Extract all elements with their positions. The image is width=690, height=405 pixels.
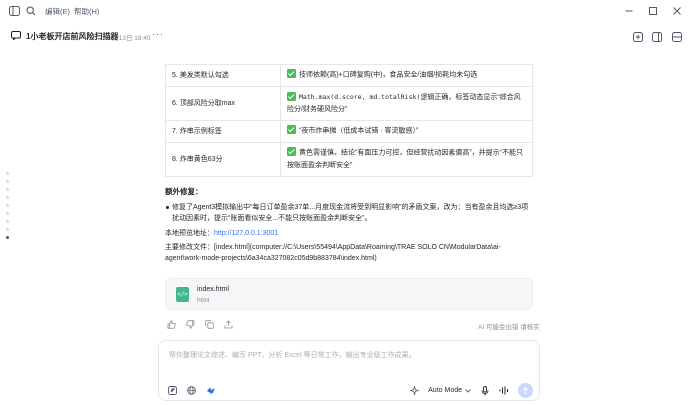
- message-actions: [166, 319, 233, 329]
- code-file-icon: </>: [176, 287, 189, 302]
- table-row: 7. 炸串示例标签 “夜市炸串摊（低成本试错 · 客流敏感）”: [165, 120, 533, 143]
- voice-wave-icon[interactable]: [499, 386, 509, 396]
- menu-edit[interactable]: 编辑(E): [45, 6, 70, 17]
- verification-table: 5. 美发类默认勾选 技师依赖(高)+口碑复购(中)，食品安全/油烟/损耗均未勾…: [165, 64, 533, 177]
- panel-toggle-icon[interactable]: [652, 32, 662, 44]
- conversation-navigator: [6, 172, 9, 239]
- file-type: html: [197, 297, 210, 304]
- table-row: 5. 美发类默认勾选 技师依赖(高)+口碑复购(中)，食品安全/油烟/损耗均未勾…: [165, 64, 533, 87]
- nav-dot[interactable]: [6, 220, 9, 223]
- check-icon: [287, 147, 296, 157]
- bullet-text: 修复了Agent3模拟输出中“每日订单盈余37单...月度现金流将受到明显影响”…: [172, 204, 529, 222]
- nav-dot-active[interactable]: [6, 236, 9, 239]
- nav-dot[interactable]: [6, 172, 9, 175]
- files-line: 主要修改文件：[index.html](computer://C:\Users\…: [165, 242, 525, 264]
- close-icon[interactable]: [670, 4, 684, 18]
- arrow-up-icon: [522, 386, 529, 394]
- mode-selector[interactable]: Auto Mode: [428, 387, 471, 394]
- nav-dot[interactable]: [6, 188, 9, 191]
- table-cell-result: 黄色需谨慎，结论“有面压力可控，但经营扰动因素偏高”，并提示“不能只按账面盈余判…: [280, 142, 533, 177]
- chat-input-box[interactable]: 帮你整理论文综述、编写 PPT、分析 Excel 等日常工作，输出专业级工作成果…: [158, 340, 540, 401]
- title-bar: 编辑(E) 帮助(H): [0, 0, 690, 22]
- nav-dot[interactable]: [6, 228, 9, 231]
- nav-dot[interactable]: [6, 196, 9, 199]
- nav-dot[interactable]: [6, 212, 9, 215]
- web-search-icon[interactable]: [187, 386, 196, 397]
- table-row: 6. 顶部风险分取max Math.max(d.score, md.totalR…: [165, 86, 533, 121]
- thumbs-up-icon[interactable]: [166, 319, 176, 329]
- nav-dot[interactable]: [6, 180, 9, 183]
- sparkle-icon[interactable]: [409, 386, 419, 396]
- share-icon[interactable]: [223, 319, 233, 329]
- preview-label: 本地预览地址：: [165, 230, 214, 237]
- table-cell-result: 技师依赖(高)+口碑复购(中)，食品安全/油烟/损耗均未勾选: [280, 64, 533, 87]
- minimize-icon[interactable]: [622, 4, 636, 18]
- section-title: 额外修复：: [165, 187, 203, 196]
- check-icon: [287, 91, 296, 101]
- chevron-down-icon: [465, 388, 471, 393]
- agent-logo-icon[interactable]: [206, 386, 216, 397]
- input-tools-left: [168, 386, 216, 397]
- more-options-icon[interactable]: ···: [152, 29, 164, 39]
- timestamp: 07月13日 18:40: [105, 35, 151, 42]
- preview-link[interactable]: http://127.0.0.1:3001: [214, 230, 278, 237]
- sidebar-toggle-icon[interactable]: [7, 4, 21, 18]
- input-tools-right: Auto Mode: [409, 383, 533, 398]
- maximize-icon[interactable]: [646, 4, 660, 18]
- check-icon: [287, 125, 296, 135]
- preview-line: 本地预览地址：http://127.0.0.1:3001: [165, 228, 278, 238]
- table-cell-result: “夜市炸串摊（低成本试错 · 客流敏感）”: [280, 120, 533, 143]
- table-cell-result: Math.max(d.score, md.totalRisk)逻辑正确，标签动态…: [280, 86, 533, 121]
- files-path[interactable]: [index.html](computer://C:\Users\55494\A…: [165, 244, 501, 262]
- table-cell-item: 7. 炸串示例标签: [165, 120, 281, 143]
- input-placeholder[interactable]: 帮你整理论文综述、编写 PPT、分析 Excel 等日常工作，输出专业级工作成果…: [169, 350, 416, 360]
- ai-disclaimer: AI 可能会出错 请核实: [478, 324, 540, 331]
- bullet-icon: [166, 206, 169, 209]
- file-card[interactable]: </> index.html html: [165, 278, 533, 310]
- check-icon: [287, 69, 296, 79]
- table-cell-item: 8. 炸串黄色63分: [165, 142, 281, 177]
- table-cell-item: 5. 美发类默认勾选: [165, 64, 281, 87]
- nav-dot[interactable]: [6, 204, 9, 207]
- attach-icon[interactable]: [168, 386, 177, 397]
- code-snippet: Math.max(d.score, md.totalRisk): [299, 93, 421, 101]
- mode-label: Auto Mode: [428, 387, 462, 394]
- table-row: 8. 炸串黄色63分 黄色需谨慎，结论“有面压力可控，但经营扰动因素偏高”，并提…: [165, 142, 533, 177]
- search-icon[interactable]: [24, 4, 38, 18]
- table-cell-item: 6. 顶部风险分取max: [165, 86, 281, 121]
- microphone-icon[interactable]: [480, 385, 490, 396]
- copy-icon[interactable]: [204, 319, 214, 329]
- files-label: 主要修改文件：: [165, 244, 214, 251]
- file-name: index.html: [197, 286, 229, 293]
- chat-icon: [11, 31, 21, 42]
- thumbs-down-icon[interactable]: [185, 319, 195, 329]
- send-button[interactable]: [518, 383, 533, 398]
- new-chat-icon[interactable]: [633, 32, 643, 44]
- menu-help[interactable]: 帮助(H): [74, 6, 99, 17]
- layout-icon[interactable]: [672, 32, 682, 44]
